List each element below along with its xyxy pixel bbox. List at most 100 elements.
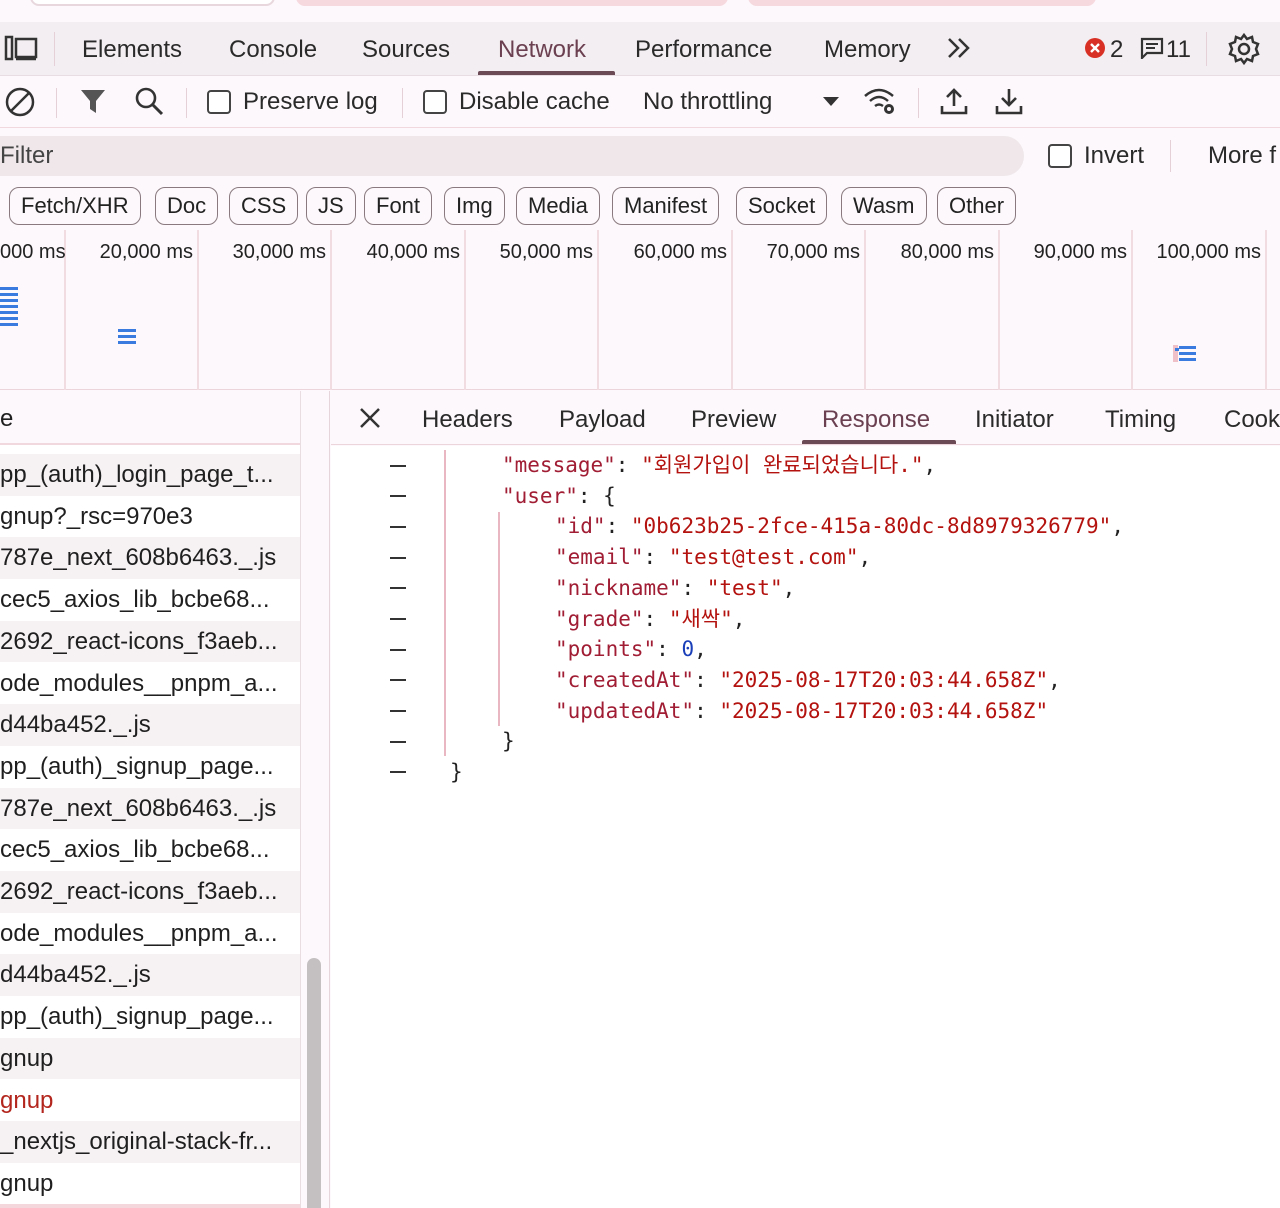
search-icon[interactable] [134, 86, 164, 116]
gutter-marker [390, 679, 406, 681]
type-chip-other[interactable]: Other [937, 187, 1017, 225]
tab-elements[interactable]: Elements [82, 22, 182, 76]
json-key: "createdAt" [555, 667, 695, 692]
json-string-value: "test" [706, 575, 783, 600]
indent-guide [444, 450, 446, 756]
preserve-log-label[interactable]: Preserve log [243, 76, 378, 128]
tab-response[interactable]: Response [822, 391, 930, 445]
more-filters-button[interactable]: More f [1208, 130, 1276, 182]
request-row[interactable]: gnup?_rsc=970e3 [0, 496, 300, 538]
request-row-failed[interactable]: gnup [0, 1080, 300, 1122]
request-row[interactable]: _nextjs_original-stack-fr... [0, 1121, 300, 1163]
dropdown-arrow-icon[interactable] [822, 96, 840, 108]
divider [54, 32, 55, 66]
tab-performance[interactable]: Performance [635, 22, 772, 76]
filter-input[interactable] [0, 136, 1024, 176]
request-list-header[interactable]: e [0, 391, 300, 445]
overview-gridline [864, 230, 866, 390]
device-toolbar-icon[interactable] [4, 34, 38, 64]
request-row[interactable]: 2692_react-icons_f3aeb... [0, 871, 300, 913]
browser-tab-pill[interactable] [30, 0, 275, 6]
import-har-upload-icon[interactable] [940, 86, 968, 116]
overview-tick-label: 100,000 ms [1156, 241, 1261, 263]
request-row[interactable]: ode_modules__pnpm_a... [0, 663, 300, 705]
json-string-value: "2025-08-17T20:03:44.658Z" [719, 698, 1049, 723]
json-string-value: "2025-08-17T20:03:44.658Z" [719, 667, 1049, 692]
browser-tab-pill[interactable] [296, 0, 728, 6]
request-row[interactable]: ode_modules__pnpm_a... [0, 913, 300, 955]
invert-label[interactable]: Invert [1084, 130, 1144, 182]
settings-gear-icon[interactable] [1227, 32, 1261, 66]
preserve-log-checkbox[interactable] [207, 90, 231, 114]
type-chip-wasm[interactable]: Wasm [841, 187, 927, 225]
json-string-value: "새싹" [668, 606, 733, 631]
invert-checkbox[interactable] [1048, 144, 1072, 168]
type-chip-js[interactable]: JS [306, 187, 356, 225]
request-row[interactable]: gnup [0, 1163, 300, 1205]
json-key: "email" [555, 545, 644, 570]
scrollbar-thumb[interactable] [307, 958, 321, 1208]
type-chip-font[interactable]: Font [364, 187, 433, 225]
overview-tick-label: 60,000 ms [633, 241, 727, 263]
request-row[interactable]: pp_(auth)_signup_page... [0, 996, 300, 1038]
tab-payload[interactable]: Payload [559, 391, 646, 445]
disable-cache-label[interactable]: Disable cache [459, 76, 610, 128]
more-tabs-chevron-icon[interactable] [946, 36, 972, 60]
request-row[interactable]: cec5_axios_lib_bcbe68... [0, 829, 300, 871]
request-row[interactable]: cec5_axios_lib_bcbe68... [0, 579, 300, 621]
message-count[interactable]: 11 [1166, 22, 1191, 76]
filter-funnel-icon[interactable] [80, 88, 106, 116]
overview-tick-label: 40,000 ms [366, 241, 460, 263]
request-row[interactable]: gnup [0, 1037, 300, 1080]
type-chip-fetch-xhr[interactable]: Fetch/XHR [9, 187, 141, 225]
tab-console[interactable]: Console [229, 22, 317, 76]
tab-sources[interactable]: Sources [362, 22, 450, 76]
tab-cookies[interactable]: Cook [1224, 391, 1280, 445]
tab-preview[interactable]: Preview [691, 391, 776, 445]
json-key: "points" [555, 637, 657, 662]
tab-initiator[interactable]: Initiator [975, 391, 1054, 445]
network-conditions-wifi-icon[interactable] [862, 86, 898, 116]
throttling-select[interactable]: No throttling [643, 76, 772, 128]
type-chip-css[interactable]: CSS [229, 187, 299, 225]
type-chip-doc[interactable]: Doc [155, 187, 219, 225]
json-key: "updatedAt" [555, 698, 695, 723]
tab-timing[interactable]: Timing [1105, 391, 1176, 445]
overview-request-bars [1173, 345, 1197, 363]
tab-headers[interactable]: Headers [422, 391, 513, 445]
error-icon[interactable] [1084, 37, 1106, 59]
json-line-user: "user": { [502, 483, 616, 508]
request-row[interactable]: d44ba452._.js [0, 954, 300, 997]
type-chip-media[interactable]: Media [516, 187, 600, 225]
type-chip-socket[interactable]: Socket [736, 187, 828, 225]
json-close-brace: } [450, 760, 463, 784]
tab-network[interactable]: Network [498, 22, 586, 76]
gutter-marker [390, 465, 406, 467]
overview-request-bars [118, 329, 138, 345]
request-row[interactable]: 787e_next_608b6463._.js [0, 537, 300, 580]
tab-memory[interactable]: Memory [824, 22, 911, 76]
gutter-marker [390, 771, 406, 773]
message-icon[interactable] [1140, 37, 1164, 59]
request-row[interactable]: pp_(auth)_signup_page... [0, 746, 300, 788]
disable-cache-checkbox[interactable] [423, 90, 447, 114]
gutter-marker [390, 526, 406, 528]
json-key: "grade" [555, 606, 644, 631]
overview-gridline [197, 230, 199, 390]
divider [918, 88, 919, 118]
json-line-points: "points": 0, [555, 637, 707, 662]
request-row[interactable]: d44ba452._.js [0, 704, 300, 746]
request-row[interactable]: pp_(auth)_login_page_t... [0, 454, 300, 496]
type-chip-manifest[interactable]: Manifest [612, 187, 720, 225]
json-line-updatedat: "updatedAt": "2025-08-17T20:03:44.658Z" [555, 698, 1049, 723]
export-har-download-icon[interactable] [995, 86, 1023, 116]
request-row[interactable]: 787e_next_608b6463._.js [0, 787, 300, 830]
overview-tick-label: 70,000 ms [766, 241, 860, 263]
close-icon[interactable] [358, 406, 382, 430]
clear-log-icon[interactable] [4, 86, 36, 118]
type-chip-img[interactable]: Img [444, 187, 505, 225]
request-row[interactable]: 2692_react-icons_f3aeb... [0, 620, 300, 663]
error-count[interactable]: 2 [1110, 22, 1123, 76]
json-number-value: 0 [681, 637, 695, 662]
browser-tab-pill[interactable] [748, 0, 1096, 6]
